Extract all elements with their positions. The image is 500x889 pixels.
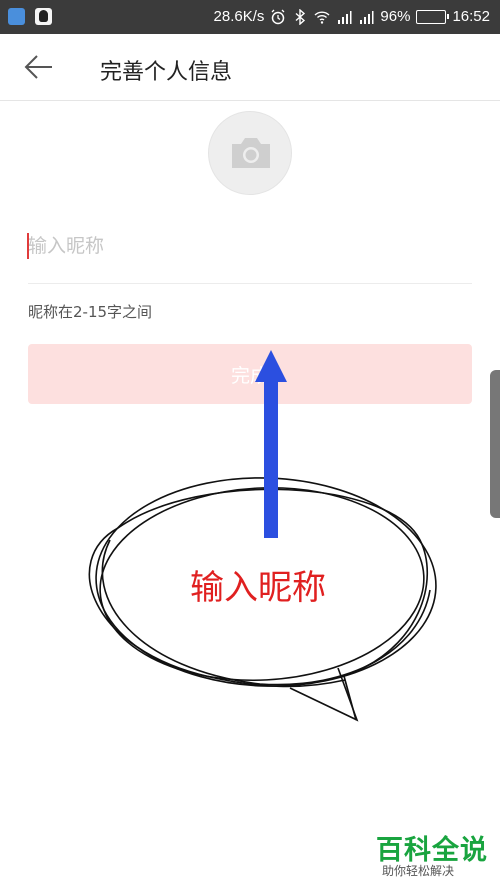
shield-app-icon xyxy=(8,8,25,25)
camera-icon xyxy=(232,138,270,168)
wifi-icon xyxy=(314,10,330,24)
signal-icon-2 xyxy=(360,10,374,24)
nickname-input[interactable] xyxy=(28,226,472,266)
page-title: 完善个人信息 xyxy=(100,60,233,85)
signal-icon xyxy=(338,10,352,24)
notification-icons xyxy=(8,8,52,25)
qq-app-icon xyxy=(35,8,52,25)
done-button[interactable]: 完成 xyxy=(28,344,472,404)
text-cursor xyxy=(27,233,29,259)
annotation-label: 输入昵称 xyxy=(190,568,326,608)
arrow-left-icon xyxy=(24,55,52,79)
edge-scroll-handle[interactable] xyxy=(490,370,500,518)
nickname-hint: 昵称在2-15字之间 xyxy=(28,303,153,321)
status-bar: 28.6K/s 96% 16:52 xyxy=(0,0,500,34)
network-speed: 28.6K/s xyxy=(213,8,265,25)
battery-percent: 96% xyxy=(380,8,411,25)
status-indicators: 28.6K/s 96% 16:52 xyxy=(214,8,490,25)
app-header: 完善个人信息 xyxy=(0,34,500,101)
clock: 16:52 xyxy=(452,8,490,25)
back-button[interactable] xyxy=(22,52,56,82)
bluetooth-icon xyxy=(295,8,306,25)
watermark-slogan: 助你轻松解决 xyxy=(382,864,455,878)
avatar-upload-button[interactable] xyxy=(208,111,292,195)
input-divider xyxy=(28,283,472,284)
alarm-icon xyxy=(271,9,285,24)
battery-icon xyxy=(416,9,450,24)
